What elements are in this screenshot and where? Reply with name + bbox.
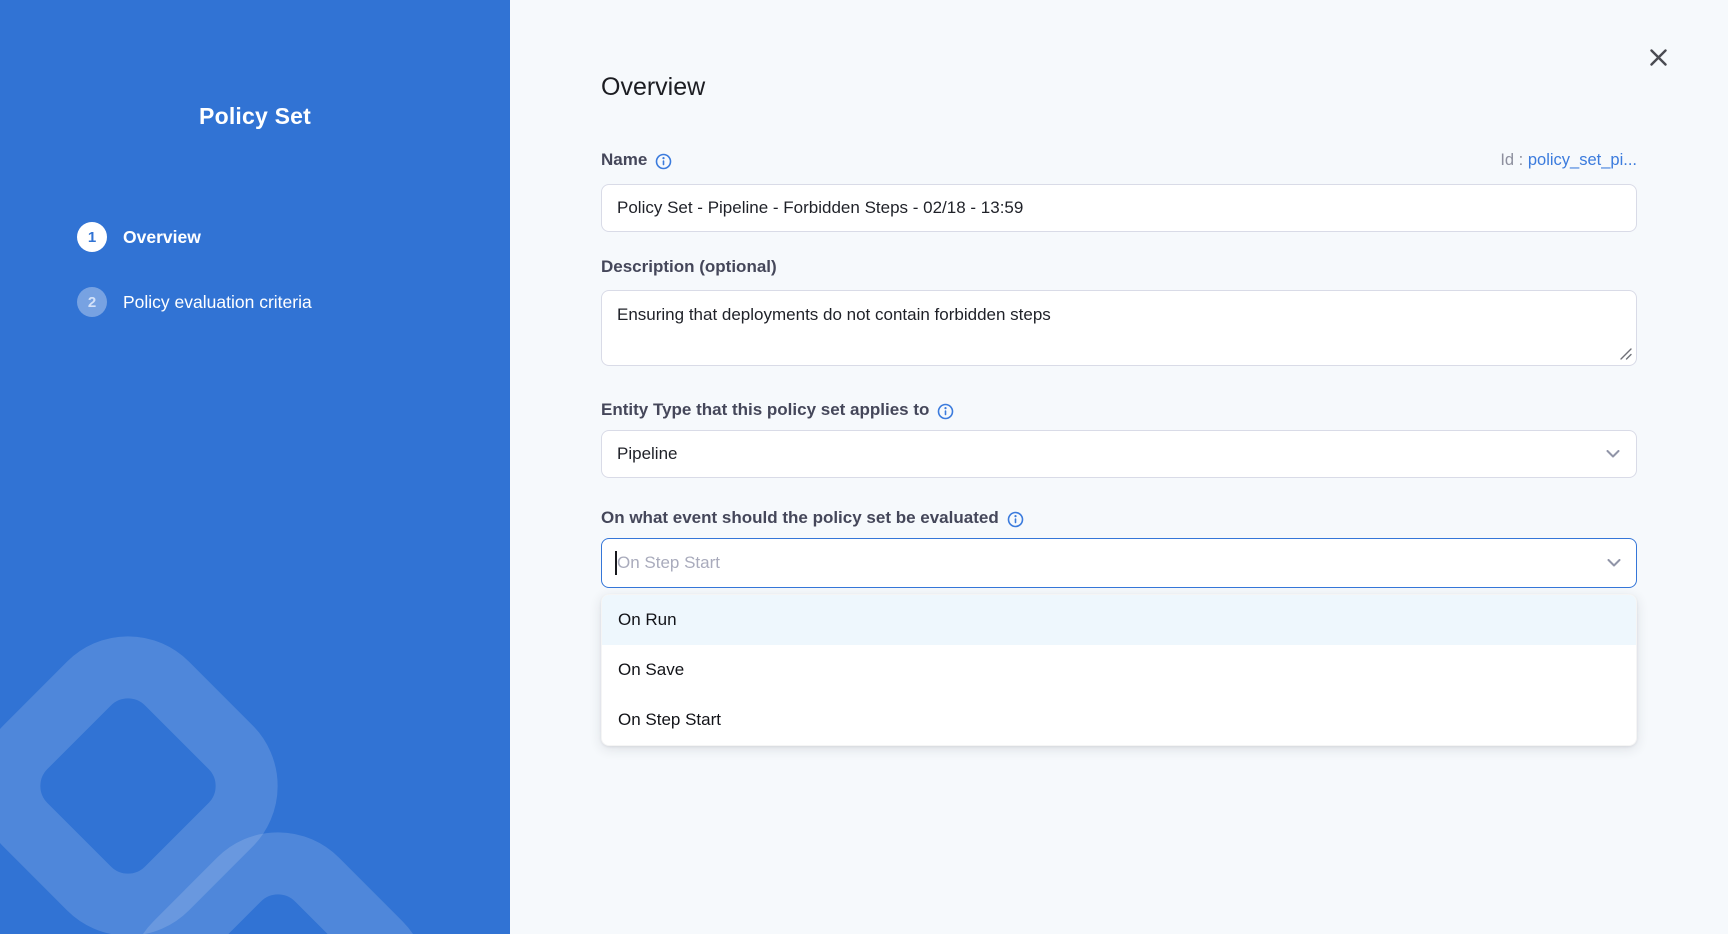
event-label: On what event should the policy set be e… (601, 508, 999, 528)
entity-type-select[interactable]: Pipeline (601, 430, 1637, 478)
description-textarea[interactable]: Ensuring that deployments do not contain… (601, 290, 1637, 366)
name-input[interactable] (601, 184, 1637, 232)
step-number-badge: 2 (77, 287, 107, 317)
page-title: Overview (601, 72, 1637, 102)
name-label: Name (601, 150, 647, 170)
step-label: Policy evaluation criteria (123, 292, 312, 313)
harness-logo-watermark (0, 504, 510, 934)
wizard-sidebar: Policy Set 1 Overview 2 Policy evaluatio… (0, 0, 510, 934)
wizard-steps: 1 Overview 2 Policy evaluation criteria (77, 222, 312, 317)
step-number-badge: 1 (77, 222, 107, 252)
info-icon[interactable] (937, 403, 954, 420)
info-icon[interactable] (655, 153, 672, 170)
wizard-title: Policy Set (0, 0, 510, 130)
text-cursor (615, 551, 617, 575)
id-label: Id : (1500, 151, 1523, 169)
close-icon (1649, 48, 1668, 67)
chevron-down-icon (1607, 559, 1621, 567)
resize-handle-icon[interactable] (1619, 347, 1632, 360)
option-on-save[interactable]: On Save (602, 645, 1636, 695)
step-overview[interactable]: 1 Overview (77, 222, 312, 252)
entity-type-selected-value: Pipeline (617, 444, 678, 464)
event-options-menu: On Run On Save On Step Start (601, 594, 1637, 746)
step-policy-evaluation-criteria[interactable]: 2 Policy evaluation criteria (77, 287, 312, 317)
step-label: Overview (123, 227, 201, 248)
close-button[interactable] (1644, 43, 1672, 71)
option-on-step-start[interactable]: On Step Start (602, 695, 1636, 745)
policy-set-wizard-modal: Policy Set 1 Overview 2 Policy evaluatio… (0, 0, 1728, 934)
event-combobox-input[interactable] (601, 538, 1637, 588)
policy-set-id-link[interactable]: policy_set_pi... (1528, 151, 1637, 169)
description-label: Description (optional) (601, 257, 777, 277)
entity-type-label: Entity Type that this policy set applies… (601, 400, 929, 420)
option-on-run[interactable]: On Run (602, 595, 1636, 645)
overview-panel: Overview Name Id : policy_set_pi... (510, 0, 1728, 934)
info-icon[interactable] (1007, 511, 1024, 528)
chevron-down-icon (1606, 450, 1620, 458)
